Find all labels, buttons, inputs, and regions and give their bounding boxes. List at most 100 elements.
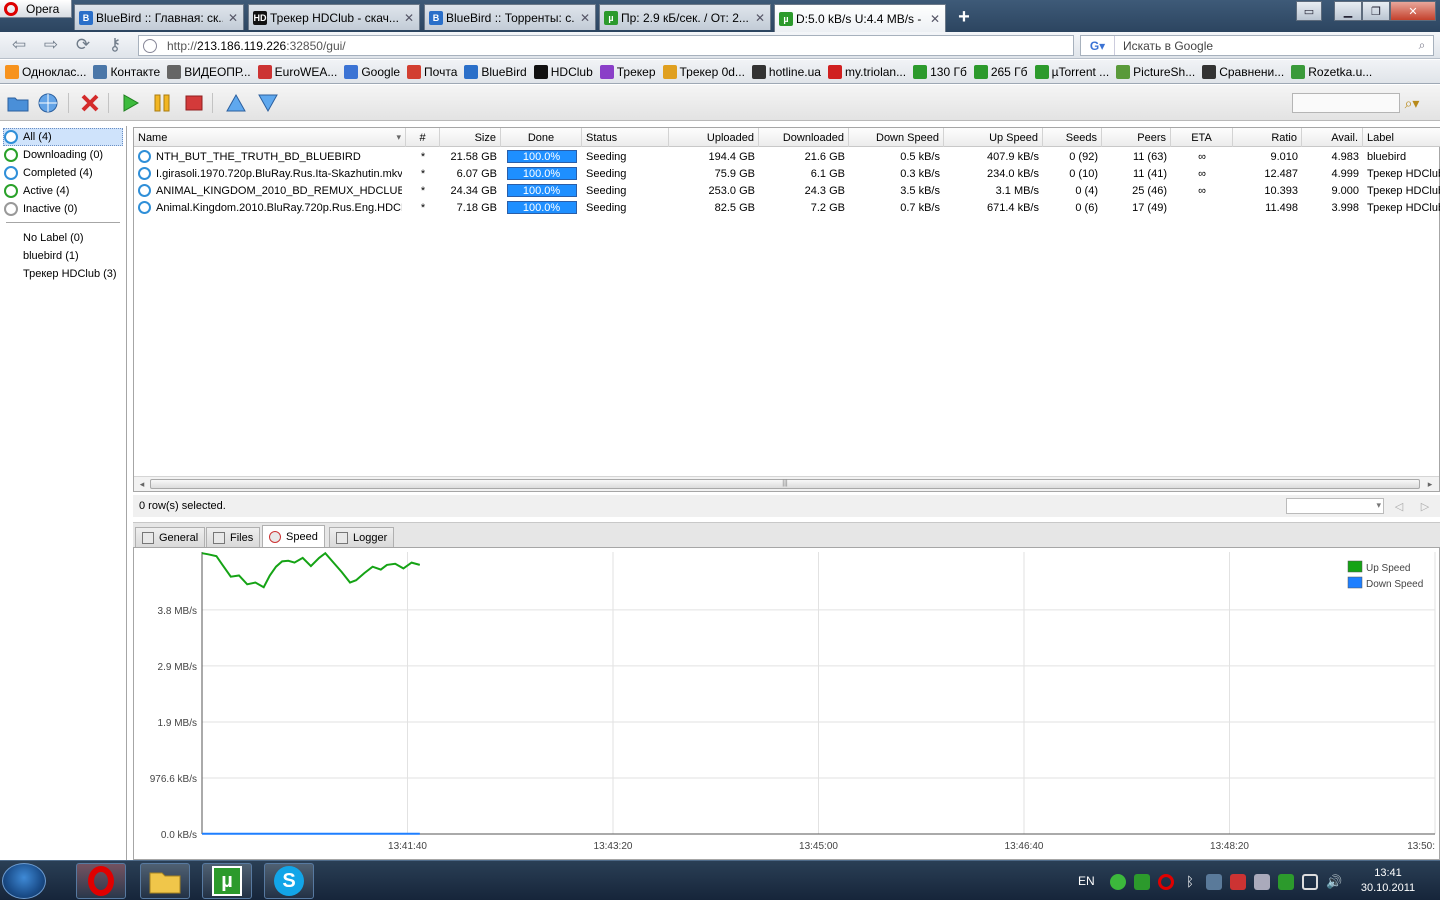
back-arrow-icon[interactable]: ⇦ (8, 35, 30, 55)
column-header-eta[interactable]: ETA (1171, 128, 1233, 147)
reload-icon[interactable]: ⟳ (72, 35, 94, 55)
maximize-icon[interactable]: ❐ (1362, 1, 1390, 21)
tab-files[interactable]: Files (206, 527, 261, 547)
category-active[interactable]: Active (4) (4, 182, 73, 200)
utorrent-taskbar-button[interactable]: µ (202, 863, 252, 899)
google-icon[interactable]: G▾ (1081, 36, 1115, 55)
bookmark-item[interactable]: my.triolan... (827, 64, 906, 79)
column-header-up-speed[interactable]: Up Speed (944, 128, 1043, 147)
close-icon[interactable]: ✕ (579, 11, 591, 25)
search-field[interactable]: G▾ Искать в Google ⌕ (1080, 35, 1434, 56)
close-window-icon[interactable]: ✕ (1390, 1, 1436, 21)
bookmark-item[interactable]: Контакте (93, 64, 160, 79)
system-clock[interactable]: 13:41 30.10.2011 (1356, 866, 1420, 896)
skype-taskbar-button[interactable]: S (264, 863, 314, 899)
table-row[interactable]: Animal.Kingdom.2010.BluRay.720p.Rus.Eng.… (134, 199, 1440, 216)
column-header-down-speed[interactable]: Down Speed (849, 128, 944, 147)
key-icon[interactable]: ⚷ (104, 35, 126, 55)
column-header-uploaded[interactable]: Uploaded (669, 128, 759, 147)
close-icon[interactable]: ✕ (227, 11, 239, 25)
scrollbar-thumb[interactable]: ||| (150, 479, 1420, 489)
horizontal-scrollbar[interactable]: ◂ ||| ▸ (134, 476, 1439, 491)
opera-taskbar-button[interactable] (76, 863, 126, 899)
start-orb-icon[interactable] (2, 863, 46, 899)
browser-tab[interactable]: µ Пр: 2.9 кБ/сек. / От: 2.... ✕ (599, 4, 771, 30)
bookmark-item[interactable]: hotline.ua (751, 64, 821, 79)
bookmark-item[interactable]: Сравнени... (1202, 64, 1284, 79)
close-icon[interactable]: ✕ (929, 12, 941, 26)
browser-tab[interactable]: HD Трекер HDClub - скач... ✕ (248, 4, 420, 30)
language-indicator[interactable]: EN (1078, 861, 1095, 901)
column-header-ratio[interactable]: Ratio (1233, 128, 1302, 147)
table-row[interactable]: I.girasoli.1970.720p.BluRay.Rus.Ita-Skaz… (134, 165, 1440, 182)
bookmark-item[interactable]: Трекер 0d... (662, 64, 745, 79)
column-header-done[interactable]: Done (501, 128, 582, 147)
table-row[interactable]: NTH_BUT_THE_TRUTH_BD_BLUEBIRD * 21.58 GB 10… (134, 148, 1440, 165)
volume-icon[interactable]: 🔊 (1326, 874, 1342, 890)
column-header-avail[interactable]: Avail. (1302, 128, 1363, 147)
tray-safely-remove-icon[interactable] (1254, 874, 1270, 890)
move-up-triangle-icon[interactable] (224, 91, 248, 115)
browser-tab[interactable]: B BlueBird :: Главная: ск... ✕ (74, 4, 244, 30)
bookmark-item[interactable]: µTorrent ... (1034, 64, 1109, 79)
remove-torrent-icon[interactable] (78, 91, 102, 115)
bookmark-item[interactable]: Однoклас... (5, 64, 86, 79)
label-no-label[interactable]: No Label (0) (23, 229, 84, 247)
torrent-search-input[interactable] (1292, 93, 1400, 113)
scroll-right-arrow-icon[interactable]: ▸ (1424, 478, 1436, 490)
bookmark-item[interactable]: Google (344, 64, 400, 79)
prev-page-icon[interactable]: ◁ (1392, 498, 1406, 514)
bluetooth-icon[interactable]: ᛒ (1182, 874, 1198, 890)
start-play-icon[interactable] (118, 91, 142, 115)
explorer-taskbar-button[interactable] (140, 863, 190, 899)
url-field[interactable]: http://213.186.119.226:32850/gui/ (138, 35, 1074, 56)
tray-device-icon[interactable] (1206, 874, 1222, 890)
column-header-label[interactable]: Label (1363, 128, 1440, 147)
tray-network-off-icon[interactable] (1230, 874, 1246, 890)
label-hdclub[interactable]: Трекер HDClub (3) (23, 265, 117, 283)
column-header-status[interactable]: Status (582, 128, 669, 147)
column-header-downloaded[interactable]: Downloaded (759, 128, 849, 147)
browser-tab[interactable]: B BlueBird :: Торренты: с... ✕ (424, 4, 596, 30)
column-header-num[interactable]: # (406, 128, 440, 147)
move-down-triangle-icon[interactable] (256, 91, 280, 115)
tray-app-icon[interactable] (1110, 874, 1126, 890)
close-icon[interactable]: ✕ (403, 11, 415, 25)
search-icon[interactable]: ⌕ (1411, 38, 1433, 53)
tray-flag-icon[interactable] (1278, 874, 1294, 890)
page-select[interactable]: ▾ (1286, 498, 1384, 514)
tab-logger[interactable]: Logger (329, 527, 395, 547)
tab-speed[interactable]: Speed (262, 525, 325, 548)
bookmark-item[interactable]: 130 Гб (913, 64, 967, 79)
tray-opera-icon[interactable] (1158, 874, 1174, 890)
category-inactive[interactable]: Inactive (0) (4, 200, 81, 218)
bookmark-item[interactable]: Трекер (599, 64, 656, 79)
category-downloading[interactable]: Downloading (0) (4, 146, 107, 164)
label-bluebird[interactable]: bluebird (1) (23, 247, 79, 265)
tray-utorrent-icon[interactable] (1134, 874, 1150, 890)
category-completed[interactable]: Completed (4) (4, 164, 97, 182)
bookmark-item[interactable]: PictureSh... (1116, 64, 1195, 79)
bookmark-item[interactable]: ВИДЕОПР... (167, 64, 251, 79)
column-header-name[interactable]: Name ▾ (134, 128, 406, 147)
magnifier-icon[interactable]: ⌕▾ (1400, 93, 1424, 113)
table-row[interactable]: ANIMAL_KINGDOM_2010_BD_REMUX_HDCLUB * 24.3… (134, 182, 1440, 199)
bookmark-item[interactable]: 265 Гб (973, 64, 1028, 79)
pause-icon[interactable] (150, 91, 174, 115)
bookmark-item[interactable]: BlueBird (464, 64, 527, 79)
scroll-left-arrow-icon[interactable]: ◂ (136, 478, 148, 490)
bookmark-item[interactable]: Почта (407, 64, 457, 79)
bookmark-item[interactable]: EuroWEA... (257, 64, 337, 79)
forward-arrow-icon[interactable]: ⇨ (40, 35, 62, 55)
trash-icon[interactable]: ▭ (1296, 1, 1322, 21)
add-torrent-folder-icon[interactable] (6, 91, 30, 115)
new-tab-plus-icon[interactable]: + (954, 6, 974, 29)
bookmark-item[interactable]: Rozetka.u... (1291, 64, 1372, 79)
opera-menu-button[interactable]: Opera (0, 0, 72, 18)
stop-icon[interactable] (182, 91, 206, 115)
bookmark-item[interactable]: HDClub (533, 64, 593, 79)
close-icon[interactable]: ✕ (754, 11, 766, 25)
column-header-peers[interactable]: Peers (1102, 128, 1171, 147)
browser-tab-active[interactable]: µ D:5.0 kB/s U:4.4 MB/s - ... ✕ (774, 4, 946, 32)
monitor-icon[interactable] (1302, 874, 1318, 890)
